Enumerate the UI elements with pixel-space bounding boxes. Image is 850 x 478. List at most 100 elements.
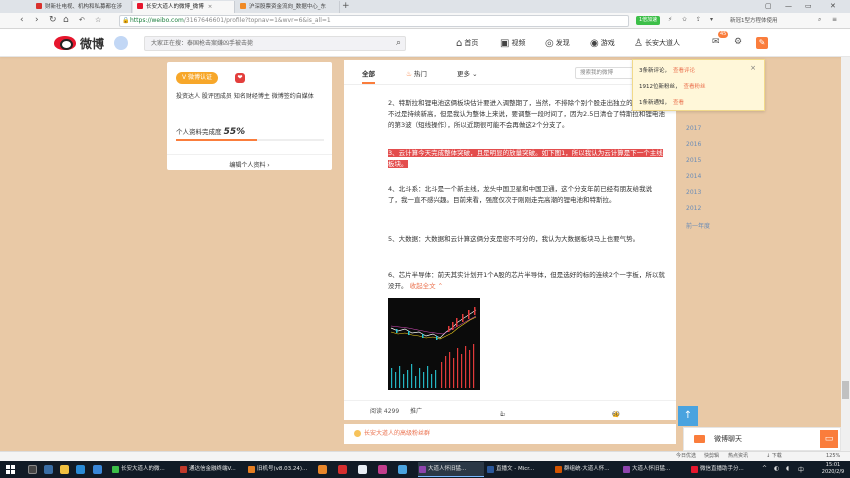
- stock-chart-image[interactable]: [388, 298, 480, 390]
- browser-tab-2[interactable]: 长安大道人的微博_微博 ×: [133, 1, 235, 13]
- year-link[interactable]: 2012: [686, 205, 701, 212]
- share-icon[interactable]: ⇪: [696, 16, 701, 23]
- menu-icon[interactable]: ≡: [832, 16, 837, 23]
- status-item[interactable]: 快剪辑: [704, 452, 719, 461]
- promote-link[interactable]: 推广: [410, 406, 422, 415]
- nav-home[interactable]: ⌂ 首页: [456, 37, 478, 49]
- search-icon[interactable]: ⌕: [396, 37, 401, 50]
- scrollbar-thumb[interactable]: [842, 381, 849, 399]
- compose-icon[interactable]: ✎: [756, 37, 768, 49]
- forward-icon[interactable]: ›: [35, 15, 39, 26]
- file-explorer-icon[interactable]: [60, 465, 69, 474]
- windows-start-icon[interactable]: [6, 465, 15, 474]
- fan-group-link[interactable]: 长安大道人的高级粉丝群: [344, 424, 676, 444]
- system-clock[interactable]: 15:01 2020/2/9: [818, 462, 848, 476]
- browser-tab-3[interactable]: 沪深股票资金流向_数据中心_东: [236, 1, 340, 13]
- network-icon[interactable]: ◐: [774, 465, 779, 472]
- back-icon[interactable]: ‹: [20, 15, 24, 26]
- app-icon[interactable]: [93, 465, 102, 474]
- year-link[interactable]: 2015: [686, 157, 701, 164]
- minimize-icon[interactable]: —: [785, 2, 792, 10]
- status-item[interactable]: 今日优选: [676, 452, 696, 461]
- edit-profile-link[interactable]: 编辑个人资料 ›: [167, 154, 332, 169]
- video-icon: ▣: [500, 38, 510, 49]
- bookmark-icon[interactable]: ✩: [682, 16, 687, 23]
- chevron-down-icon: ⌄: [472, 70, 478, 78]
- year-link[interactable]: 2016: [686, 141, 701, 148]
- search-browser-icon[interactable]: ⌕: [818, 16, 821, 24]
- settings-icon[interactable]: ⚙: [734, 37, 742, 47]
- app-icon[interactable]: [378, 465, 387, 474]
- previous-year-link[interactable]: 前一年度: [686, 221, 710, 230]
- taskbar-app-icon: [248, 466, 255, 473]
- view-fans-link[interactable]: 查看粉丝: [684, 84, 706, 90]
- year-link[interactable]: 2017: [686, 125, 701, 132]
- app-icon[interactable]: [338, 465, 347, 474]
- nav-discover[interactable]: ◎ 发现: [545, 37, 570, 49]
- taskbar-item[interactable]: 长安大道人的微...: [111, 462, 177, 477]
- weibo-chat-bar[interactable]: 微博聊天 ▭: [683, 427, 841, 451]
- candlestick-chart-graphic: [390, 307, 477, 388]
- year-link[interactable]: 2013: [686, 189, 701, 196]
- nav-user[interactable]: ♙ 长安大道人: [634, 37, 680, 49]
- close-icon[interactable]: ×: [750, 64, 756, 72]
- status-item[interactable]: ↓ 下载: [766, 452, 782, 461]
- view-comments-link[interactable]: 查看评论: [673, 68, 695, 74]
- taskbar-item[interactable]: 大道人怀旧猛...: [418, 462, 484, 477]
- view-notices-link[interactable]: 查看: [673, 100, 684, 106]
- nav-game[interactable]: ◉ 游戏: [590, 37, 615, 49]
- tab-hot[interactable]: ♨ 热门: [406, 68, 427, 78]
- app-icon[interactable]: [318, 465, 327, 474]
- collapse-link[interactable]: 收起全文 ⌃: [410, 282, 444, 290]
- taskbar-item[interactable]: 群组统·大道人怀...: [554, 462, 620, 477]
- tray-chevron-icon[interactable]: ^: [762, 465, 767, 472]
- restore-icon[interactable]: ▢: [765, 2, 772, 10]
- volume-icon[interactable]: ◖: [786, 465, 789, 472]
- tab-more[interactable]: 更多 ⌄: [457, 68, 478, 78]
- close-tab-icon[interactable]: ×: [208, 4, 213, 10]
- windows-taskbar: 长安大道人的微... 通达信金融终端V... 旧机号(v8.03.24)... …: [0, 461, 850, 478]
- new-tab-button[interactable]: +: [342, 1, 350, 12]
- reload-icon[interactable]: ↻: [49, 15, 57, 26]
- taskview-icon[interactable]: [44, 465, 53, 474]
- page-scrollbar[interactable]: [841, 57, 850, 461]
- speed-badge[interactable]: 1倍加速: [636, 16, 661, 25]
- app-icon[interactable]: [358, 465, 367, 474]
- tab-all[interactable]: 全部: [362, 68, 375, 84]
- taskbar-app-icon: [419, 466, 426, 473]
- url-input[interactable]: 🔒 https://weibo.com/3167646601/profile?t…: [119, 15, 629, 27]
- verified-badge[interactable]: V 微博认证: [176, 72, 219, 84]
- weibo-search-input[interactable]: 大家正在搜：泰国枪击案嫌凶手被击毙 ⌕: [144, 36, 406, 51]
- browser-search-input[interactable]: 新冠1型方程体使用: [726, 15, 814, 27]
- message-count-badge[interactable]: 45: [718, 31, 729, 38]
- heart-icon[interactable]: ❤: [235, 73, 245, 83]
- dropdown-icon[interactable]: ▾: [710, 16, 713, 23]
- undo-icon[interactable]: ↶: [79, 15, 85, 26]
- home-browser-icon[interactable]: ⌂: [63, 15, 69, 26]
- year-link[interactable]: 2014: [686, 173, 701, 180]
- ime-icon[interactable]: 中: [798, 465, 804, 474]
- taskbar-item[interactable]: 大道人怀旧猛...: [622, 462, 688, 477]
- chat-expand-icon[interactable]: ▭: [820, 430, 838, 448]
- mail-icon[interactable]: ✉: [712, 37, 720, 47]
- app-icon[interactable]: [398, 465, 407, 474]
- status-item[interactable]: 热点资讯: [728, 452, 748, 461]
- store-icon[interactable]: [76, 465, 85, 474]
- favorites-icon[interactable]: ☆: [95, 15, 101, 26]
- completeness-value: 55%: [223, 127, 246, 137]
- taskbar-item[interactable]: 旧机号(v8.03.24)...: [247, 462, 313, 477]
- taskbar-item[interactable]: 通达信金融终端V...: [179, 462, 245, 477]
- search-taskbar-icon[interactable]: [28, 465, 37, 474]
- nav-video[interactable]: ▣ 视频: [500, 37, 525, 49]
- maximize-icon[interactable]: ▭: [805, 2, 812, 10]
- extension-icon[interactable]: ⚡: [668, 16, 672, 23]
- weibo-logo[interactable]: 微博: [54, 34, 134, 52]
- browser-tab-1[interactable]: 财新社电视、机构和私募都在涉: [32, 1, 132, 13]
- taskbar-item[interactable]: 微信直播助手分...: [690, 462, 756, 477]
- zoom-level[interactable]: 125%: [826, 452, 840, 461]
- post-paragraph-3[interactable]: 3、云计算今天完成整体突破，且是明显的放量突破。如下图1，所以我认为云计算是下一…: [388, 148, 665, 170]
- discover-icon: ◎: [545, 38, 554, 49]
- close-window-icon[interactable]: ✕: [830, 2, 836, 10]
- back-to-top-button[interactable]: ↑: [678, 406, 698, 426]
- taskbar-item[interactable]: 直播文 - Micr...: [486, 462, 552, 477]
